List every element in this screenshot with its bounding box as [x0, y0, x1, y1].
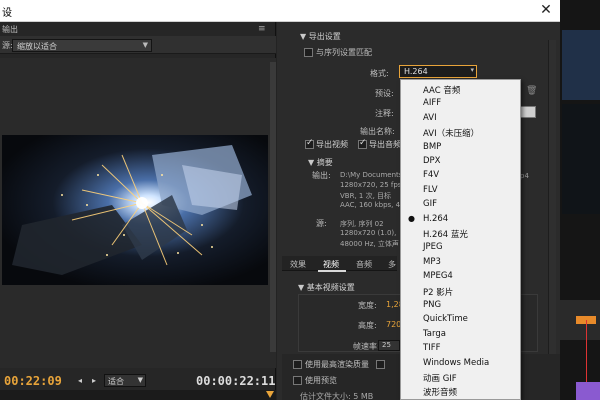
- dialog-title: 设: [2, 8, 12, 19]
- disclosure-triangle-icon: ▼: [298, 283, 307, 292]
- format-option[interactable]: QuickTime: [423, 314, 468, 324]
- summary-output-path[interactable]: D:\My Documents: [340, 171, 402, 179]
- format-option[interactable]: MP3: [423, 257, 441, 267]
- format-option[interactable]: JPEG: [423, 242, 443, 252]
- export-video-checkbox[interactable]: [305, 138, 314, 149]
- summary-heading: 摘要: [316, 158, 333, 167]
- summary-source-label: 源:: [316, 219, 327, 228]
- chevron-down-icon: ▾: [470, 66, 474, 74]
- format-option[interactable]: P2 影片: [423, 286, 453, 298]
- timecode-in[interactable]: 00:22:09: [4, 374, 62, 388]
- video-preview-frame: [2, 135, 268, 285]
- format-dropdown-list: AAC 音频 AIFF AVI AVI（未压缩） BMP DPX F4V FLV GIF H.26…: [400, 79, 521, 400]
- tab-video[interactable]: 视频: [323, 259, 339, 270]
- match-sequence-checkbox[interactable]: [304, 48, 313, 57]
- format-label: 格式:: [370, 69, 389, 78]
- format-option[interactable]: Targa: [423, 329, 446, 339]
- format-option[interactable]: AAC 音频: [423, 84, 460, 96]
- export-settings-section[interactable]: ▼ 导出设置: [300, 31, 341, 42]
- tab-audio[interactable]: 音频: [356, 259, 372, 270]
- playhead-marker[interactable]: [266, 391, 274, 398]
- background-clip-thumbnail: [562, 104, 600, 214]
- max-render-quality-label: 使用最高渲染质量: [305, 360, 369, 369]
- summary-source-line: 序列, 序列 02: [340, 220, 384, 228]
- welding-scene-image: [2, 135, 268, 285]
- format-option[interactable]: TIFF: [423, 343, 440, 353]
- summary-output-extension: p4: [520, 172, 529, 180]
- format-option[interactable]: PNG: [423, 300, 441, 310]
- dialog-titlebar: 设 ✕: [0, 0, 560, 22]
- settings-scrollbar[interactable]: [548, 40, 556, 360]
- export-audio-label: 导出音频: [369, 140, 401, 149]
- disclosure-triangle-icon: ▼: [300, 32, 309, 41]
- export-settings-heading: 导出设置: [308, 32, 341, 41]
- format-option[interactable]: 动画 GIF: [423, 372, 457, 384]
- preset-label: 预设:: [375, 89, 394, 98]
- estimated-file-size: 估计文件大小: 5 MB: [300, 392, 374, 400]
- background-clip-block: [576, 382, 600, 400]
- match-sequence-label: 与序列设置匹配: [316, 48, 372, 57]
- mark-out-icon[interactable]: ▸: [92, 376, 96, 385]
- panel-menu-icon[interactable]: ≡: [258, 24, 266, 34]
- format-option[interactable]: MPEG4: [423, 271, 453, 281]
- output-name-label: 输出名称:: [360, 127, 395, 136]
- frame-rate-label: 帧速率:: [353, 342, 380, 351]
- chevron-down-icon: ▼: [137, 376, 143, 384]
- zoom-fit-value: 适合: [108, 377, 124, 386]
- frame-rate-value: 25: [382, 341, 391, 349]
- zoom-fit-dropdown[interactable]: 适合 ▼: [104, 374, 146, 387]
- height-label: 高度:: [358, 321, 377, 330]
- format-option[interactable]: AVI: [423, 113, 437, 123]
- secondary-option-checkbox[interactable]: [376, 360, 385, 369]
- background-clip-thumbnail: [562, 30, 600, 100]
- summary-output-line: AAC, 160 kbps, 4: [340, 201, 401, 209]
- timecode-duration: 00:00:22:11: [196, 374, 276, 388]
- basic-video-heading: 基本视频设置: [306, 283, 355, 292]
- format-option[interactable]: AIFF: [423, 98, 441, 108]
- export-audio-checkbox[interactable]: [358, 138, 367, 149]
- source-timeline-strip[interactable]: [0, 390, 276, 400]
- summary-source-line: 48000 Hz, 立体声: [340, 240, 399, 248]
- use-previews-label: 使用预览: [305, 376, 337, 385]
- format-option[interactable]: 波形音频: [423, 386, 457, 398]
- format-option[interactable]: Windows Media: [423, 358, 489, 368]
- tab-multiplexer[interactable]: 多: [388, 259, 396, 270]
- format-option[interactable]: H.264 蓝光: [423, 228, 468, 240]
- height-value[interactable]: 720: [386, 320, 401, 329]
- format-option[interactable]: GIF: [423, 199, 437, 209]
- format-option[interactable]: DPX: [423, 156, 441, 166]
- summary-output-line: VBR, 1 次, 目标: [340, 192, 392, 200]
- use-previews-checkbox[interactable]: [293, 376, 302, 385]
- format-option[interactable]: BMP: [423, 142, 441, 152]
- format-option[interactable]: FLV: [423, 185, 438, 195]
- selected-bullet-icon: ●: [408, 213, 415, 223]
- format-value: H.264: [404, 67, 428, 76]
- format-option[interactable]: AVI（未压缩）: [423, 127, 479, 139]
- tab-output[interactable]: 输出: [2, 24, 18, 34]
- frame-rate-dropdown[interactable]: 25: [378, 340, 400, 351]
- max-render-quality-checkbox[interactable]: [293, 360, 302, 369]
- source-scaling-dropdown[interactable]: 缩放以适合 ▼: [12, 39, 152, 52]
- active-tab-indicator: [318, 270, 346, 272]
- comment-label: 注释:: [375, 109, 394, 118]
- tab-effects[interactable]: 效果: [290, 259, 306, 270]
- preview-scrollbar[interactable]: [270, 62, 276, 352]
- close-icon[interactable]: ✕: [538, 2, 554, 18]
- summary-section[interactable]: ▼ 摘要: [308, 157, 333, 168]
- source-scaling-value: 缩放以适合: [17, 42, 57, 51]
- basic-video-section[interactable]: ▼ 基本视频设置: [298, 282, 355, 293]
- width-label: 宽度:: [358, 301, 377, 310]
- summary-output-line: 1280x720, 25 fps: [340, 181, 402, 189]
- chevron-down-icon: ▼: [142, 41, 148, 49]
- format-dropdown[interactable]: H.264 ▾: [399, 65, 477, 78]
- mark-in-icon[interactable]: ◂: [78, 376, 82, 385]
- export-video-label: 导出视频: [316, 140, 348, 149]
- summary-output-label: 输出:: [312, 171, 331, 180]
- summary-source-line: 1280x720 (1.0),: [340, 229, 397, 237]
- format-option[interactable]: F4V: [423, 170, 439, 180]
- disclosure-triangle-icon: ▼: [308, 158, 317, 167]
- trash-icon[interactable]: 🗑: [526, 86, 537, 96]
- format-option[interactable]: H.264: [423, 214, 448, 224]
